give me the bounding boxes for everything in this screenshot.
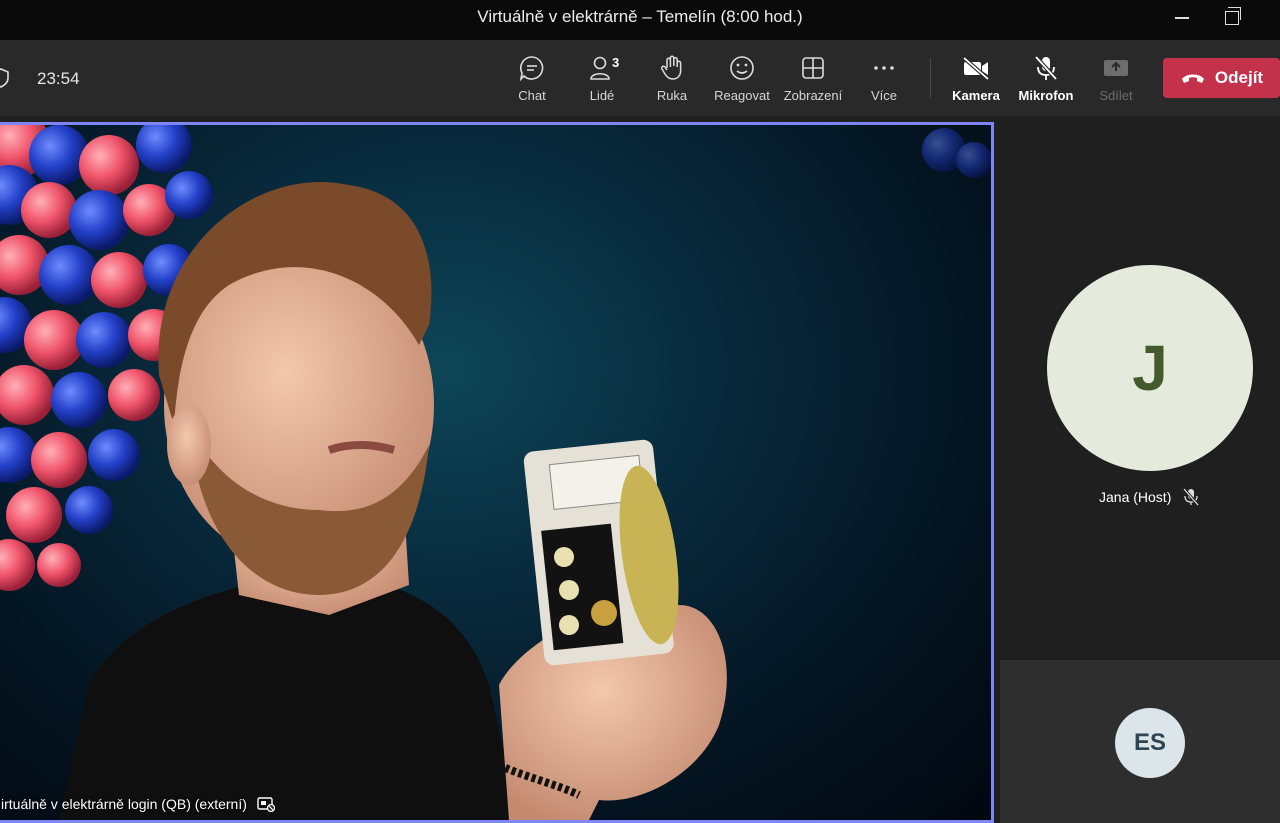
view-label: Zobrazení	[783, 88, 843, 103]
raise-hand-button[interactable]: Ruka	[637, 52, 707, 108]
camera-label: Kamera	[952, 88, 1000, 103]
grid-view-icon	[802, 57, 824, 79]
molecule-blur	[922, 128, 991, 178]
toolbar-divider	[930, 58, 931, 98]
raise-hand-label: Ruka	[656, 88, 688, 103]
participant-panel: J Jana (Host)	[1000, 116, 1280, 660]
mic-off-icon	[1034, 55, 1058, 81]
mic-label: Mikrofon	[1018, 88, 1074, 103]
spotlight-icon[interactable]	[257, 796, 275, 812]
avatar: J	[1047, 265, 1253, 471]
more-label: Více	[870, 88, 897, 103]
camera-toggle-button[interactable]: Kamera	[941, 52, 1011, 108]
leave-label: Odejít	[1214, 68, 1264, 87]
mic-toggle-button[interactable]: Mikrofon	[1011, 52, 1081, 108]
more-button[interactable]: Více	[849, 52, 919, 108]
more-icon	[874, 66, 894, 70]
people-button[interactable]: 3 Lidé	[567, 52, 637, 108]
restore-button[interactable]	[1212, 4, 1252, 32]
chat-icon	[519, 56, 544, 82]
presenter-video[interactable]: irtuálně v elektrárně login (QB) (extern…	[0, 122, 994, 823]
minimize-icon	[1175, 17, 1189, 19]
chat-label: Chat	[518, 88, 546, 103]
share-button[interactable]: Sdílet	[1081, 52, 1151, 108]
participant-tile[interactable]: ES	[1000, 660, 1280, 823]
react-label: Reagovat	[714, 88, 770, 103]
avatar: ES	[1115, 708, 1185, 778]
meeting-toolbar: 23:54 Chat 3 Lidé Ruka Reagovat Zobrazen…	[0, 40, 1280, 116]
main-stage: irtuálně v elektrárně login (QB) (extern…	[0, 116, 1000, 823]
video-frame	[0, 125, 991, 820]
mic-off-icon	[1183, 488, 1200, 506]
title-bar: Virtuálně v elektrárně – Temelín (8:00 h…	[0, 0, 1280, 40]
participant-name-row: Jana (Host)	[1099, 488, 1200, 506]
hand-icon	[660, 55, 682, 80]
react-button[interactable]: Reagovat	[707, 52, 777, 108]
people-count: 3	[612, 55, 620, 70]
camera-off-icon	[962, 56, 990, 81]
presenter-name-bar: irtuálně v elektrárně login (QB) (extern…	[1, 796, 275, 812]
restore-icon	[1225, 7, 1241, 25]
leave-button[interactable]: Odejít	[1163, 58, 1280, 98]
smiley-icon	[730, 56, 754, 80]
shield-icon	[0, 68, 9, 88]
window-title: Virtuálně v elektrárně – Temelín (8:00 h…	[477, 7, 803, 26]
meeting-timer: 23:54	[37, 69, 80, 88]
chat-button[interactable]: Chat	[497, 52, 567, 108]
presenter-name: irtuálně v elektrárně login (QB) (extern…	[1, 796, 247, 812]
people-label: Lidé	[589, 88, 615, 103]
participant-name: Jana (Host)	[1099, 489, 1172, 505]
hang-up-icon	[1181, 74, 1204, 83]
share-label: Sdílet	[1099, 88, 1133, 103]
share-tray-icon	[1104, 60, 1128, 76]
minimize-button[interactable]	[1162, 4, 1202, 32]
view-button[interactable]: Zobrazení	[778, 52, 848, 108]
